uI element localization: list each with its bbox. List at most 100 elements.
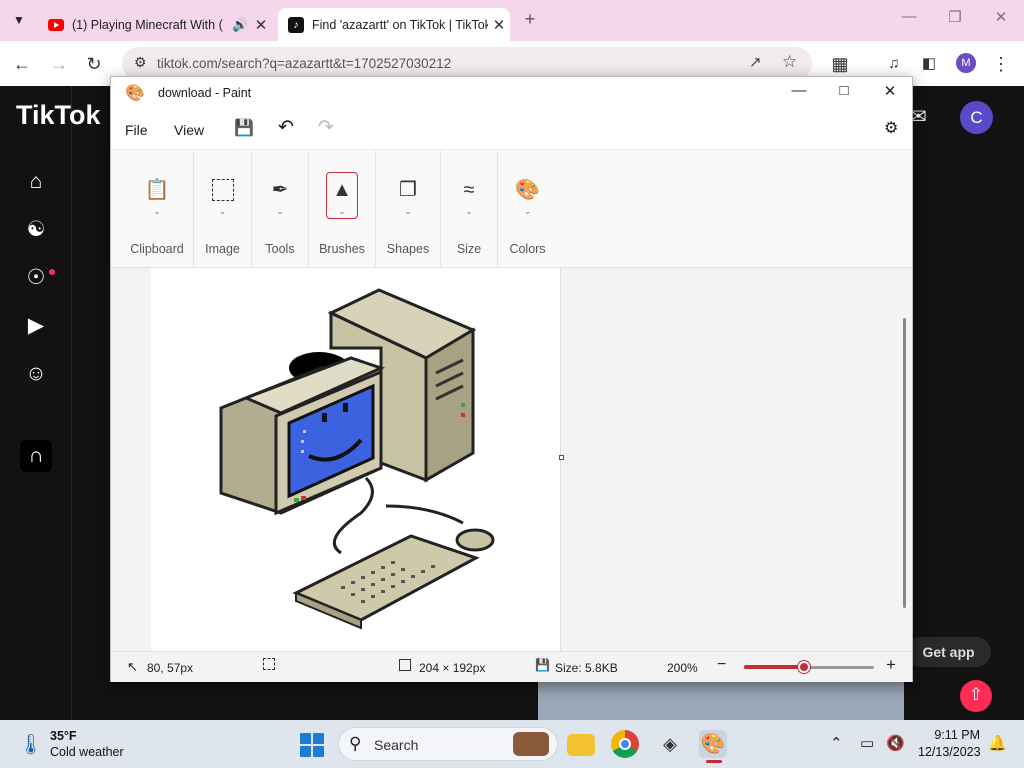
restore-button[interactable]: ❐ [932,8,978,32]
save-icon[interactable]: 💾 [234,118,254,138]
drawing-canvas[interactable] [151,268,561,651]
url-text[interactable]: tiktok.com/search?q=azazartt&t=170252703… [157,56,451,71]
clock-date[interactable]: 12/13/2023 [918,745,981,759]
creator-icon[interactable]: ∩ [20,440,52,472]
back-button[interactable]: ← [8,50,36,78]
new-tab-button[interactable]: + [519,9,541,31]
select-icon [211,179,234,201]
bookmark-star-icon[interactable]: ☆ [782,52,797,72]
extensions-icon[interactable]: ▦ [826,50,854,78]
chevron-down-icon: ⌄ [218,206,227,216]
close-tab-icon[interactable]: ✕ [250,16,272,34]
chevron-down-icon: ⌄ [338,206,346,216]
paint-taskbar-icon[interactable]: 🎨 [699,730,727,758]
clipboard-icon: 📋 [144,179,170,201]
weather-temperature[interactable]: 35°F [50,729,77,743]
following-icon[interactable]: ☯ [20,214,52,246]
live-icon[interactable]: ▶ [20,310,52,342]
tab-youtube[interactable]: (1) Playing Minecraft With ( 🔊 ✕ [38,8,272,41]
account-settings-icon[interactable]: ⚙ [884,118,898,138]
file-menu[interactable]: File [125,122,148,138]
tools-group[interactable]: ✒ ⌄ Tools [252,150,309,269]
search-label: Search [374,737,419,753]
shapes-label: Shapes [386,242,430,256]
tiktok-profile-avatar[interactable]: C [960,101,993,134]
paint-window: 🎨 download - Paint — □ ✕ File View 💾 ↶ ↷… [110,76,913,682]
scroll-to-top-button[interactable]: ⇧ [960,680,992,712]
canvas-area[interactable] [111,268,912,651]
paint-ribbon: 📋 ⌄ Clipboard ⌄ Image ✒ ⌄ Tools ▲ ⌄ Brus… [111,149,912,269]
menu-kebab-icon[interactable]: ⋮ [987,50,1015,78]
file-size: Size: 5.8KB [555,661,618,675]
chevron-down-icon: ⌄ [465,206,473,216]
tab-search-button[interactable]: ▼ [8,9,30,31]
chevron-down-icon: ⌄ [523,206,532,216]
video-thumbnail[interactable] [538,682,904,722]
side-panel-icon[interactable]: ◧ [915,50,943,78]
profile-avatar[interactable]: M [956,53,976,73]
chrome-icon[interactable] [611,730,639,758]
clipboard-group[interactable]: 📋 ⌄ Clipboard [121,150,194,269]
window-title: download - Paint [158,86,252,100]
active-app-indicator [706,760,722,763]
roblox-icon[interactable]: ◈ [656,730,684,758]
view-menu[interactable]: View [174,122,204,138]
zoom-slider-thumb[interactable] [798,661,810,673]
search-highlight-image [513,732,549,756]
paint-maximize-button[interactable]: □ [824,82,864,104]
canvas-resize-handle[interactable] [559,455,564,460]
close-window-button[interactable]: ✕ [978,8,1024,32]
show-hidden-icons[interactable]: ⌃ [830,734,843,752]
tiktok-sidebar: ⌂ ☯ ☉ ▶ ☺ ∩ [0,86,72,724]
brushes-label: Brushes [319,242,365,256]
redo-icon[interactable]: ↷ [318,116,334,139]
minimize-button[interactable]: — [886,8,932,32]
tiktok-logo[interactable]: TikTok [16,100,101,131]
size-group[interactable]: ≈ ⌄ Size [441,150,498,269]
taskbar-search[interactable]: ⚲ Search [338,727,558,761]
display-icon[interactable]: ▭ [860,734,874,752]
weather-description[interactable]: Cold weather [50,745,124,759]
colors-group[interactable]: 🎨 ⌄ Colors [498,150,557,269]
paint-minimize-button[interactable]: — [779,82,819,104]
pencil-eraser-icon: ✒ [271,179,289,201]
tab-tiktok[interactable]: ♪ Find 'azazartt' on TikTok | TikTok ✕ [278,8,510,41]
reload-button[interactable]: ↻ [80,50,108,78]
zoom-in-button[interactable]: + [886,655,896,675]
site-info-icon[interactable]: ⚙ [134,54,147,71]
home-icon[interactable]: ⌂ [20,166,52,198]
paint-close-button[interactable]: ✕ [870,82,910,104]
undo-icon[interactable]: ↶ [278,116,294,139]
explore-icon[interactable]: ☉ [20,262,52,294]
search-icon: ⚲ [349,734,362,753]
shapes-icon: ❐ [399,179,417,201]
palette-icon: 🎨 [515,179,540,201]
image-group[interactable]: ⌄ Image [194,150,252,269]
profile-icon[interactable]: ☺ [20,358,52,390]
volume-muted-icon[interactable]: 🔇 [886,734,905,752]
file-explorer-icon[interactable] [567,734,595,756]
media-control-icon[interactable]: ♫ [880,50,908,78]
chevron-down-icon: ⌄ [153,206,161,216]
open-in-app-icon[interactable]: ↗ [749,53,762,71]
youtube-icon [48,18,64,31]
paint-menubar: File View 💾 ↶ ↷ ⚙ [111,109,912,149]
file-size-icon: 💾 [535,658,550,672]
get-app-button[interactable]: Get app [906,637,991,667]
tab-title: Find 'azazartt' on TikTok | TikTok [312,17,488,32]
zoom-out-button[interactable]: − [717,656,726,674]
start-button[interactable] [300,733,324,757]
speaker-icon[interactable]: 🔊 [232,17,250,33]
clock-time[interactable]: 9:11 PM [930,728,980,742]
shapes-group[interactable]: ❐ ⌄ Shapes [376,150,441,269]
thermometer-icon[interactable]: 🌡 [18,732,43,758]
tab-title: (1) Playing Minecraft With ( [72,17,223,32]
notification-bell-icon[interactable]: 🔔 [988,734,1007,752]
close-tab-icon[interactable]: ✕ [488,16,510,34]
browser-tab-strip: ▼ (1) Playing Minecraft With ( 🔊 ✕ ♪ Fin… [0,0,1024,41]
notification-dot [49,269,55,275]
forward-button[interactable]: → [45,50,73,78]
brushes-group[interactable]: ▲ ⌄ Brushes [309,150,376,269]
tiktok-icon: ♪ [288,16,304,33]
vertical-scrollbar[interactable] [903,318,906,608]
